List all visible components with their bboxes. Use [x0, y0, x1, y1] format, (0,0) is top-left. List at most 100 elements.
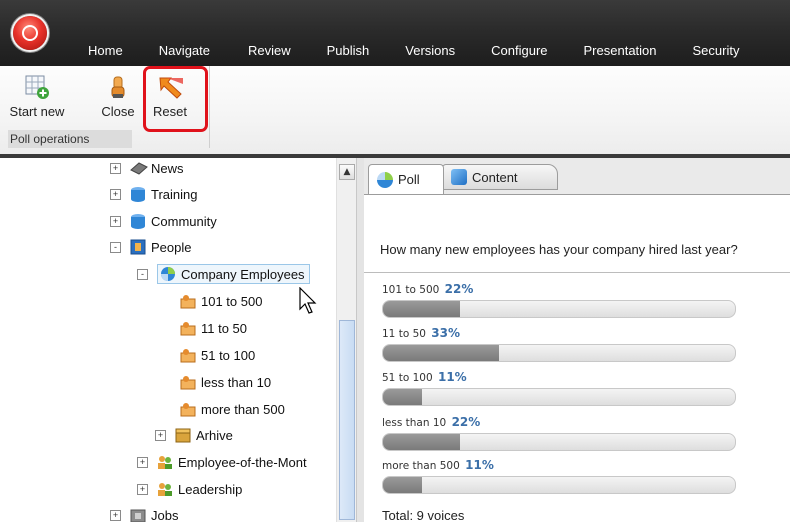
tree-item-jobs[interactable]: + Jobs [110, 505, 178, 522]
answer-icon [180, 293, 196, 309]
grid-add-icon [24, 74, 50, 100]
database-icon [130, 186, 146, 202]
selected-node[interactable]: Company Employees [157, 264, 310, 284]
answer-label: 51 to 100 [382, 372, 433, 384]
menu-presentation[interactable]: Presentation [584, 43, 657, 63]
tree-label: 11 to 50 [201, 320, 248, 336]
group-label: Poll operations [8, 130, 132, 148]
scroll-up-icon[interactable]: ▲ [339, 164, 355, 180]
tree-label: Jobs [151, 507, 179, 523]
expand-icon[interactable]: + [137, 483, 148, 495]
tree-item-community[interactable]: + Community [110, 211, 217, 231]
tab-poll-label: Poll [398, 172, 420, 187]
content-tree: + News + Training + Community - People -… [0, 158, 336, 522]
poll-answer: more than 500 11% [382, 458, 742, 494]
tree-item-answer[interactable]: less than 10 [180, 372, 271, 392]
answer-percent: 22% [451, 415, 481, 429]
answer-bar-fill [383, 389, 422, 405]
tree-item-arhive[interactable]: + Arhive [155, 425, 233, 445]
expand-icon[interactable]: + [110, 162, 121, 174]
expand-icon[interactable]: + [110, 509, 121, 521]
answer-label: more than 500 [382, 460, 460, 472]
people-folder-icon [130, 239, 146, 255]
answer-percent: 11% [465, 458, 494, 472]
answer-percent: 33% [431, 326, 461, 340]
poll-icon [160, 266, 176, 282]
answer-bar-fill [383, 477, 422, 493]
tree-item-employee-of-the-month[interactable]: + Employee-of-the-Mont [137, 452, 307, 472]
menu-review[interactable]: Review [248, 43, 291, 63]
expand-icon[interactable]: + [137, 456, 148, 468]
collapse-icon[interactable]: - [110, 241, 121, 253]
tree-label: more than 500 [201, 401, 285, 417]
answer-icon [180, 401, 196, 417]
poll-panel: Content Poll How many new employees has … [364, 158, 790, 523]
menu-home[interactable]: Home [88, 43, 123, 63]
answer-icon [180, 320, 196, 336]
tree-item-leadership[interactable]: + Leadership [137, 479, 242, 499]
tab-content-label: Content [472, 169, 518, 185]
close-button[interactable]: Close [98, 74, 138, 119]
start-new-label: Start new [9, 104, 65, 119]
reset-highlight-box [143, 66, 208, 132]
app-menu-orb-icon[interactable] [13, 16, 47, 50]
ribbon-panel: Start new Close Reset Poll operations [0, 66, 790, 156]
tree-item-answer[interactable]: more than 500 [180, 399, 285, 419]
tree-label: 51 to 100 [201, 347, 256, 363]
answer-bar [382, 388, 736, 406]
tab-content[interactable]: Content [442, 164, 558, 190]
close-label: Close [101, 104, 135, 119]
users-icon [157, 454, 173, 470]
poll-question: How many new employees has your company … [380, 242, 738, 257]
scroll-thumb[interactable] [339, 320, 355, 520]
tree-label: Leadership [178, 481, 243, 497]
tree-label: Community [151, 213, 217, 229]
answer-bar-fill [383, 301, 461, 317]
tree-label: News [151, 160, 184, 176]
tree-item-news[interactable]: + News [110, 158, 184, 178]
tree-item-answer[interactable]: 11 to 50 [180, 318, 247, 338]
answer-bar [382, 344, 736, 362]
answer-icon [180, 347, 196, 363]
answer-bar [382, 300, 736, 318]
menu-versions[interactable]: Versions [405, 43, 455, 63]
news-icon [130, 160, 148, 176]
tree-label: Arhive [196, 427, 233, 443]
tree-label: People [151, 239, 192, 255]
answer-percent: 11% [437, 370, 467, 384]
menu-security[interactable]: Security [693, 43, 740, 63]
tree-scrollbar[interactable]: ▲ [336, 158, 357, 522]
start-new-button[interactable]: Start new [8, 74, 66, 119]
tree-label: Company Employees [181, 266, 305, 282]
tree-item-people[interactable]: - People [110, 237, 191, 257]
answer-bar-fill [383, 345, 500, 361]
mouse-cursor-icon [299, 287, 317, 314]
top-menu-bar: Home Navigate Review Publish Versions Co… [0, 0, 790, 66]
poll-answer: 101 to 500 22% [382, 282, 742, 318]
main-menu: Home Navigate Review Publish Versions Co… [72, 43, 739, 63]
menu-publish[interactable]: Publish [327, 43, 370, 63]
collapse-icon[interactable]: - [137, 268, 148, 280]
tree-label: Employee-of-the-Mont [178, 454, 307, 470]
tree-label: Training [151, 186, 198, 202]
poll-answer: 51 to 100 11% [382, 370, 742, 406]
divider [364, 272, 790, 273]
hand-stop-icon [105, 74, 131, 100]
expand-icon[interactable]: + [110, 215, 121, 227]
answer-bar-fill [383, 434, 461, 450]
poll-icon [377, 171, 393, 188]
expand-icon[interactable]: + [155, 429, 166, 441]
tree-item-company-employees[interactable]: - Company Employees [137, 264, 310, 284]
answer-icon [180, 374, 196, 390]
tree-label: less than 10 [201, 374, 272, 390]
tree-item-training[interactable]: + Training [110, 184, 197, 204]
archive-icon [175, 427, 191, 443]
jobs-icon [130, 507, 146, 522]
tree-item-answer[interactable]: 51 to 100 [180, 345, 255, 365]
expand-icon[interactable]: + [110, 188, 121, 200]
menu-navigate[interactable]: Navigate [159, 43, 210, 63]
menu-configure[interactable]: Configure [491, 43, 547, 63]
tab-poll[interactable]: Poll [368, 164, 444, 194]
tree-item-answer[interactable]: 101 to 500 [180, 291, 262, 311]
answer-label: 11 to 50 [382, 328, 426, 340]
